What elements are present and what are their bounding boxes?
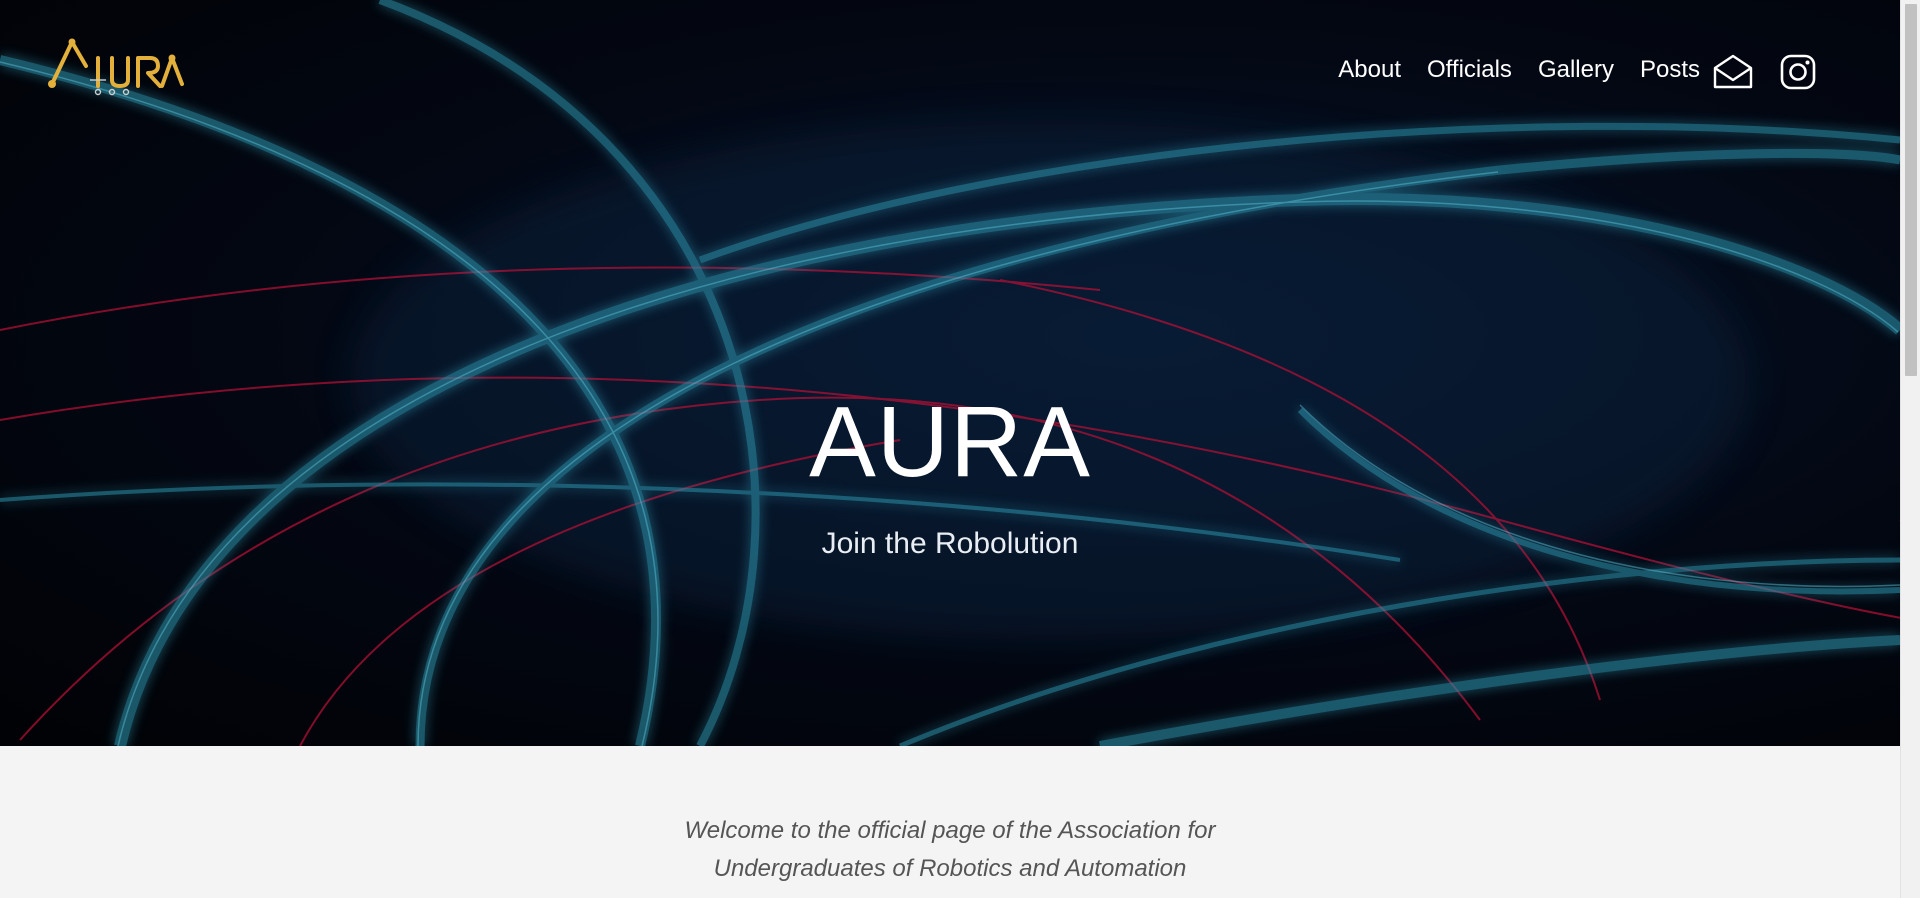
hero-banner: About Officials Gallery Posts AURA Join … (0, 0, 1900, 746)
welcome-line-2: Undergraduates of Robotics and Automatio… (713, 855, 1187, 882)
hero-title: AURA (809, 386, 1091, 498)
social-links (1712, 54, 1816, 95)
aura-logo[interactable] (46, 36, 184, 98)
hero-background-light-trails (0, 0, 1900, 746)
page: About Officials Gallery Posts AURA Join … (0, 0, 1920, 898)
welcome-intro: Welcome to the official page of the Asso… (0, 812, 1900, 888)
instagram-icon[interactable] (1780, 54, 1816, 95)
scrollbar-thumb[interactable] (1905, 4, 1917, 376)
nav-gallery-link[interactable]: Gallery (1538, 58, 1614, 82)
logo-robotic-arm-icon (48, 38, 184, 96)
hero-subtitle: Join the Robolution (821, 527, 1079, 560)
welcome-line-1: Welcome to the official page of the Asso… (684, 817, 1216, 844)
nav-officials-link[interactable]: Officials (1427, 58, 1512, 82)
nav-about-link[interactable]: About (1338, 58, 1401, 82)
nav-posts-link[interactable]: Posts (1640, 58, 1700, 82)
page-scrollbar[interactable] (1900, 0, 1920, 898)
main-nav: About Officials Gallery Posts (1338, 58, 1700, 82)
envelope-icon[interactable] (1712, 54, 1754, 95)
